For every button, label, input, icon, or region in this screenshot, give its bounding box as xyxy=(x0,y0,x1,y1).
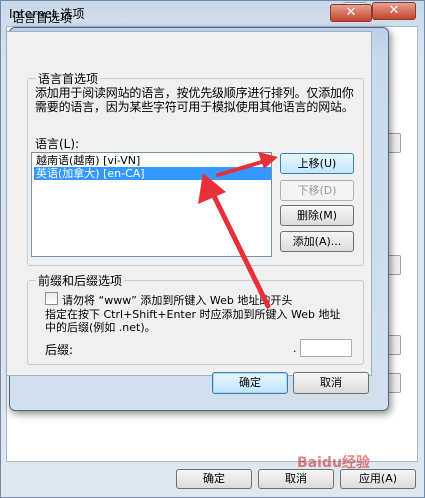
language-list-label: 语言(L): xyxy=(35,137,80,151)
add-button[interactable]: 添加(A)... xyxy=(280,231,354,252)
remove-button[interactable]: 删除(M) xyxy=(280,205,354,226)
suffix-instruction: 指定在按下 Ctrl+Shift+Enter 时应添加到所键入 Web 地址中的… xyxy=(45,308,341,334)
dialog-close-icon[interactable]: ✕ xyxy=(330,4,372,22)
hidden-button-edge xyxy=(389,335,401,355)
no-www-checkbox-label: 请勿将 “www” 添加到所键入 Web 地址的开头 xyxy=(62,294,293,307)
prefix-group-legend: 前缀和后缀选项 xyxy=(36,272,125,289)
language-group-legend: 语言首选项 xyxy=(36,70,101,87)
hidden-button-edge xyxy=(389,255,401,275)
language-list[interactable]: 越南语(越南) [vi-VN] 英语(加拿大) [en-CA] xyxy=(31,152,272,257)
watermark-text: Baidu经验 xyxy=(297,455,370,471)
suffix-dot: . xyxy=(293,342,297,355)
dialog-title: 语言首选项 xyxy=(12,11,73,25)
hidden-button-edge xyxy=(389,373,401,393)
suffix-input[interactable] xyxy=(300,339,352,357)
outer-cancel-button[interactable]: 取消 xyxy=(258,469,334,489)
move-up-button[interactable]: 上移(U) xyxy=(280,153,354,174)
move-down-button[interactable]: 下移(D) xyxy=(280,180,354,201)
no-www-checkbox[interactable] xyxy=(45,292,58,305)
hidden-button-edge xyxy=(389,133,401,153)
dialog-cancel-button[interactable]: 取消 xyxy=(293,372,369,394)
outer-apply-button[interactable]: 应用(A) xyxy=(340,469,416,489)
dialog-ok-button[interactable]: 确定 xyxy=(212,372,288,394)
list-item-selected[interactable]: 英语(加拿大) [en-CA] xyxy=(34,167,271,180)
language-description: 添加用于阅读网站的语言，按优先级顺序进行排列。仅添加你需要的语言，因为某些字符可… xyxy=(35,86,354,114)
outer-close-icon[interactable]: ✕ xyxy=(372,2,416,20)
list-item[interactable]: 越南语(越南) [vi-VN] xyxy=(34,154,271,167)
suffix-label: 后缀: xyxy=(45,343,74,357)
outer-ok-button[interactable]: 确定 xyxy=(176,469,252,489)
